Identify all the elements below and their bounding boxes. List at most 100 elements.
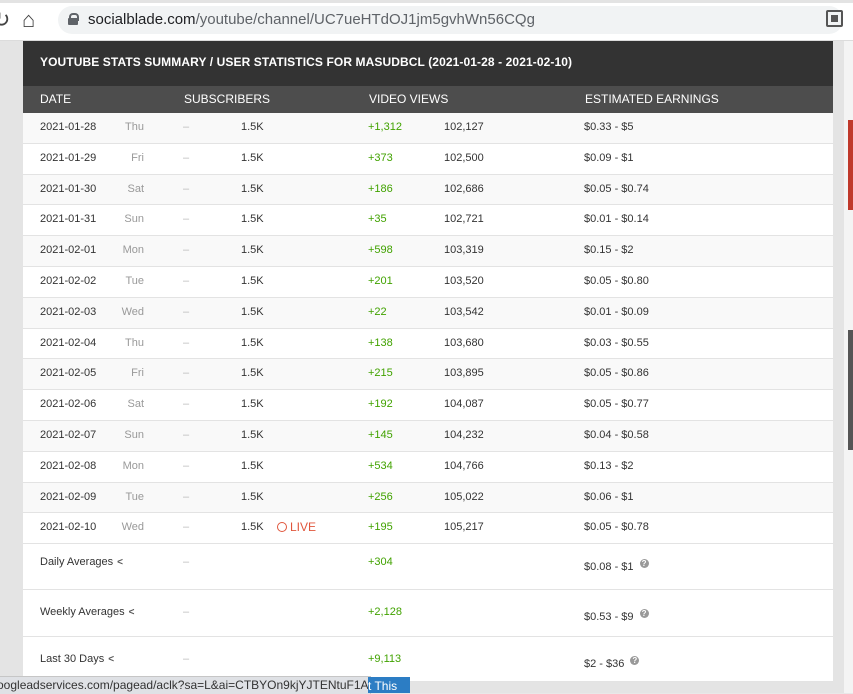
- row-subs-change: –: [183, 213, 190, 226]
- row-views-total: 102,686: [444, 182, 484, 195]
- browser-toolbar: ↻ ⌂ socialblade.com/youtube/channel/UC7u…: [0, 0, 853, 41]
- row-views-change: +186: [368, 182, 393, 195]
- help-icon[interactable]: ?: [630, 656, 640, 666]
- row-day-of-week: Tue: [125, 490, 144, 503]
- row-earnings: $0.03 - $0.55: [584, 336, 649, 349]
- row-day-of-week: Thu: [125, 336, 144, 349]
- average-subs-change: –: [183, 606, 190, 619]
- reload-icon[interactable]: ↻: [0, 8, 10, 32]
- table-row: 2021-02-06 Sat – 1.5K +192 104,087 $0.05 - $0.…: [23, 390, 833, 421]
- row-day-of-week: Fri: [131, 151, 144, 164]
- table-row: 2021-02-01 Mon – 1.5K +598 103,319 $0.15 - $2: [23, 236, 833, 267]
- row-day-of-week: Wed: [121, 305, 144, 318]
- row-subs-change: –: [183, 428, 190, 441]
- row-date: 2021-02-01: [40, 244, 97, 257]
- address-bar[interactable]: socialblade.com/youtube/channel/UC7ueHTd…: [58, 6, 843, 34]
- row-day-of-week: Sun: [124, 213, 144, 226]
- row-subscribers: 1.5K: [241, 305, 264, 318]
- row-earnings: $0.04 - $0.58: [584, 428, 649, 441]
- average-earnings: $0.08 - $1: [584, 561, 634, 574]
- home-icon[interactable]: ⌂: [22, 8, 35, 32]
- row-views-change: +1,312: [368, 121, 402, 133]
- table-row: 2021-01-29 Fri – 1.5K +373 102,500 $0.09 - $1: [23, 143, 833, 175]
- row-earnings: $0.09 - $1: [584, 151, 634, 164]
- share-icon[interactable]: <: [117, 556, 123, 569]
- row-views-total: 103,542: [444, 305, 484, 318]
- row-day-of-week: Thu: [125, 121, 144, 133]
- help-icon[interactable]: ?: [639, 559, 649, 569]
- row-views-total: 103,520: [444, 274, 484, 287]
- row-earnings: $0.01 - $0.14: [584, 213, 649, 226]
- extension-icon[interactable]: [826, 10, 843, 27]
- row-subs-change: –: [183, 459, 190, 472]
- average-label: Weekly Averages: [40, 606, 125, 619]
- row-subscribers: 1.5K: [241, 274, 264, 287]
- row-day-of-week: Wed: [121, 521, 144, 534]
- row-date: 2021-02-08: [40, 459, 97, 472]
- row-day-of-week: Mon: [122, 459, 144, 472]
- row-views-total: 103,895: [444, 367, 484, 380]
- row-date: 2021-01-28: [40, 121, 97, 133]
- stats-summary-panel: YOUTUBE STATS SUMMARY / USER STATISTICS …: [23, 41, 833, 683]
- average-label: Last 30 Days: [40, 653, 105, 666]
- row-subs-change: –: [183, 244, 190, 257]
- average-views: +2,128: [368, 606, 402, 619]
- share-icon[interactable]: <: [108, 653, 114, 666]
- row-day-of-week: Sat: [127, 182, 144, 195]
- row-day-of-week: Tue: [125, 274, 144, 287]
- table-row: 2021-02-03 Wed – 1.5K +22 103,542 $0.01 - $0.0…: [23, 297, 833, 329]
- column-header-video-views: VIDEO VIEWS: [369, 92, 449, 106]
- ad-button[interactable]: t This: [368, 677, 410, 693]
- row-views-change: +215: [368, 367, 393, 380]
- row-date: 2021-02-05: [40, 367, 97, 380]
- row-subs-change: –: [183, 398, 190, 411]
- row-views-change: +201: [368, 274, 393, 287]
- row-date: 2021-02-09: [40, 490, 97, 503]
- row-views-change: +22: [368, 305, 387, 318]
- row-subscribers: 1.5K: [241, 336, 264, 349]
- row-views-total: 103,680: [444, 336, 484, 349]
- row-subs-change: –: [183, 521, 190, 534]
- column-header-earnings: ESTIMATED EARNINGS: [585, 92, 719, 106]
- average-views: +9,113: [368, 653, 402, 666]
- row-views-change: +192: [368, 398, 393, 411]
- status-url-text: oogleadservices.com/pagead/aclk?sa=L&ai=…: [0, 678, 371, 692]
- row-subs-change: –: [183, 336, 190, 349]
- average-earnings: $2 - $36: [584, 658, 625, 671]
- row-views-total: 104,232: [444, 428, 484, 441]
- table-row: 2021-01-28 Thu – 1.5K +1,312 102,127 $0.33 - $…: [23, 113, 833, 144]
- average-earnings-wrap: $0.53 - $9?: [584, 609, 649, 624]
- help-icon[interactable]: ?: [639, 609, 649, 619]
- row-views-total: 103,319: [444, 244, 484, 257]
- lock-icon[interactable]: [68, 13, 79, 25]
- row-views-total: 104,766: [444, 459, 484, 472]
- row-date: 2021-02-06: [40, 398, 97, 411]
- average-earnings-wrap: $0.08 - $1?: [584, 559, 649, 574]
- row-views-change: +138: [368, 336, 393, 349]
- row-day-of-week: Mon: [122, 244, 144, 257]
- row-views-change: +534: [368, 459, 393, 472]
- url-text[interactable]: socialblade.com/youtube/channel/UC7ueHTd…: [88, 10, 535, 30]
- table-row: 2021-02-05 Fri – 1.5K +215 103,895 $0.05 - $0.…: [23, 359, 833, 391]
- average-views: +304: [368, 556, 393, 569]
- row-earnings: $0.13 - $2: [584, 459, 634, 472]
- table-row: 2021-01-30 Sat – 1.5K +186 102,686 $0.05 - $0.…: [23, 174, 833, 206]
- table-row: 2021-02-04 Thu – 1.5K +138 103,680 $0.03 - $0.…: [23, 328, 833, 360]
- row-date: 2021-01-30: [40, 182, 97, 195]
- row-views-total: 102,500: [444, 151, 484, 164]
- row-subs-change: –: [183, 305, 190, 318]
- row-earnings: $0.05 - $0.74: [584, 182, 649, 195]
- average-label-wrap: Daily Averages <: [40, 556, 123, 569]
- row-date: 2021-02-07: [40, 428, 97, 441]
- row-date: 2021-02-04: [40, 336, 97, 349]
- share-icon[interactable]: <: [129, 606, 135, 619]
- row-subscribers: 1.5K: [241, 521, 264, 534]
- row-subs-change: –: [183, 151, 190, 164]
- table-row: 2021-02-09 Tue – 1.5K +256 105,022 $0.06 - $1: [23, 482, 833, 514]
- row-earnings: $0.33 - $5: [584, 121, 634, 133]
- average-subs-change: –: [183, 556, 190, 569]
- live-link[interactable]: LIVE: [277, 521, 316, 534]
- row-earnings: $0.05 - $0.77: [584, 398, 649, 411]
- row-views-change: +195: [368, 521, 393, 534]
- row-views-total: 102,127: [444, 121, 484, 133]
